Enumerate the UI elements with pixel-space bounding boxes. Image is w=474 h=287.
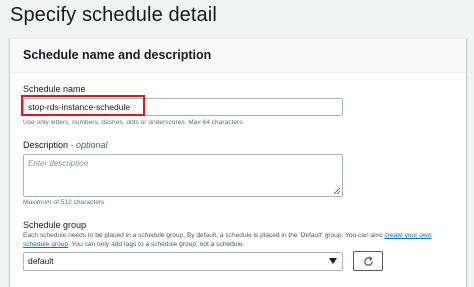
refresh-button[interactable] — [353, 251, 383, 271]
description-label-text: Description — [23, 140, 69, 150]
schedule-name-label: Schedule name — [23, 84, 86, 94]
schedule-group-desc-part1: Each schedule needs to be placed in a sc… — [23, 232, 385, 239]
section-title: Schedule name and description — [23, 48, 212, 62]
schedule-name-section: Schedule name and description Schedule n… — [10, 38, 466, 287]
schedule-group-select[interactable]: default — [23, 252, 343, 271]
description-label: Description - optional — [23, 140, 108, 150]
description-hint: Maximum of 512 characters. — [23, 199, 107, 206]
schedule-group-desc-part2: . You can only add tags to a schedule gr… — [68, 241, 245, 248]
page-title: Specify schedule detail — [10, 4, 217, 26]
refresh-icon — [364, 256, 373, 266]
resize-handle-icon[interactable] — [334, 188, 340, 194]
page: Specify schedule detail Schedule name an… — [0, 0, 474, 287]
caret-down-icon — [329, 258, 337, 264]
schedule-group-description: Each schedule needs to be placed in a sc… — [23, 231, 453, 249]
description-textarea[interactable]: Enter description — [23, 154, 343, 197]
schedule-group-selected-value: default — [28, 256, 54, 266]
optional-tag: - optional — [68, 140, 108, 150]
description-placeholder: Enter description — [28, 159, 89, 168]
schedule-name-hint: Use only letters, numbers, dashes, dots … — [23, 119, 245, 126]
schedule-group-label: Schedule group — [23, 220, 87, 230]
highlight-box — [21, 95, 145, 116]
section-header: Schedule name and description — [10, 39, 466, 73]
